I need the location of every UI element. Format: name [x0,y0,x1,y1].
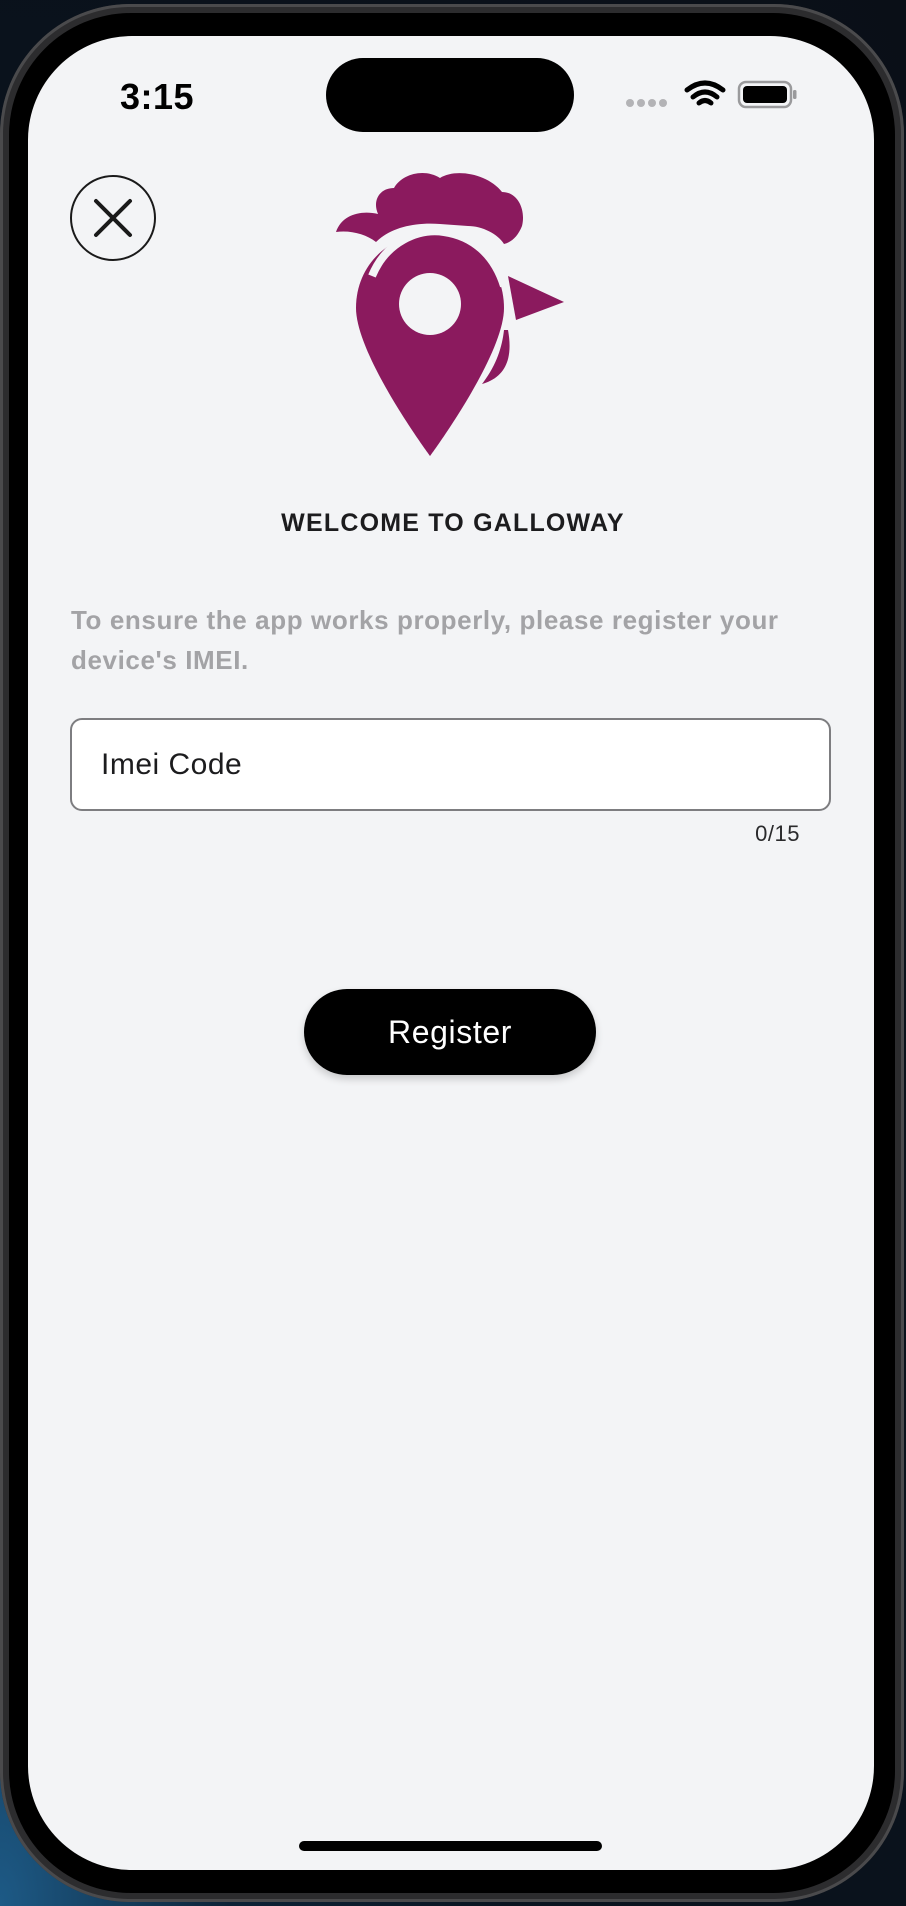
imei-field [70,718,831,811]
galloway-logo [336,173,564,456]
cellular-signal-icon [626,99,667,107]
imei-input[interactable] [72,720,829,809]
dynamic-island [326,58,574,132]
home-indicator [299,1841,602,1851]
status-icons [626,80,797,109]
register-button[interactable]: Register [304,989,596,1075]
wifi-icon [684,80,726,106]
status-time: 3:15 [120,76,195,117]
imei-character-counter: 0/15 [755,821,800,846]
welcome-title: WELCOME TO GALLOWAY [281,509,625,537]
intro-text: To ensure the app works properly, please… [71,605,779,675]
close-icon [94,199,132,237]
battery-icon [737,80,797,109]
close-button[interactable] [70,175,156,261]
